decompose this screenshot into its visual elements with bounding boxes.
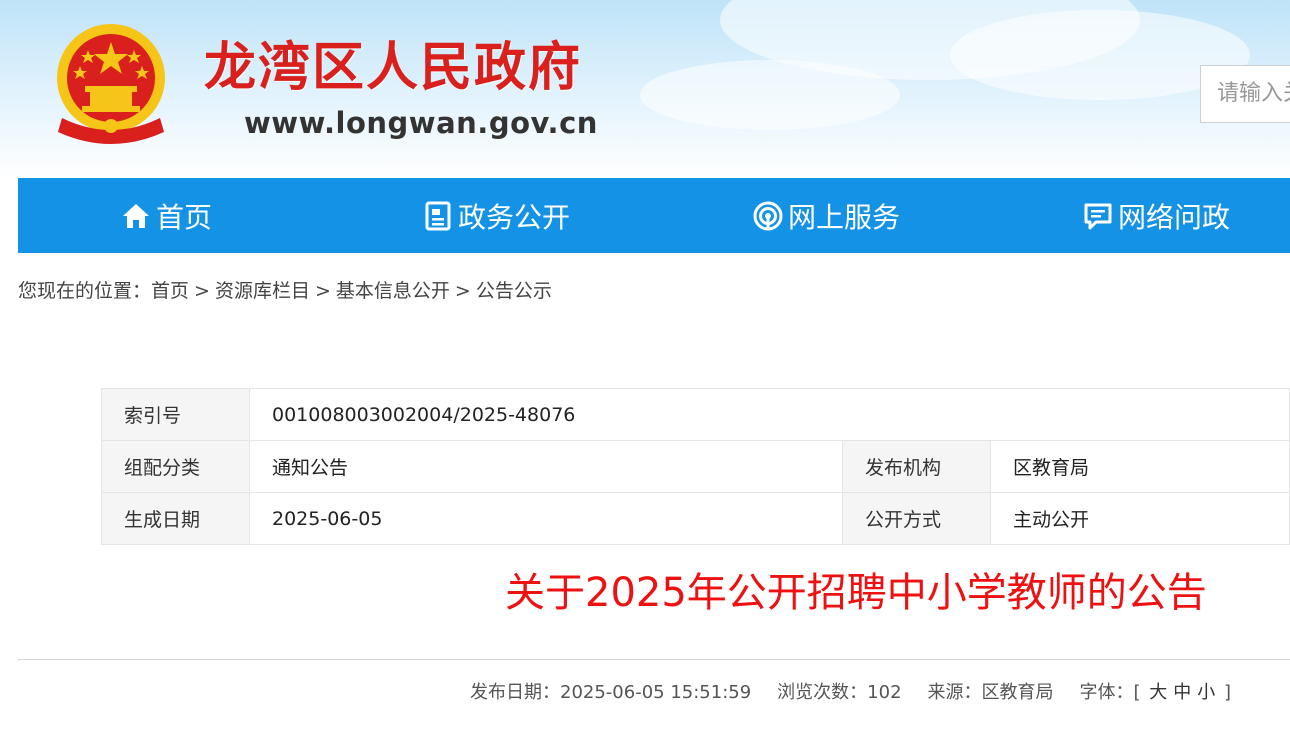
article-title: 关于2025年公开招聘中小学教师的公告 — [505, 570, 1207, 616]
broadcast-icon — [752, 200, 784, 232]
publisher-value: 区教育局 — [990, 440, 1290, 493]
breadcrumb-prefix: 您现在的位置： — [18, 280, 152, 302]
font-size-bracket-close: ] — [1224, 682, 1232, 703]
title-divider — [18, 659, 1290, 660]
table-row: 组配分类 通知公告 发布机构 区教育局 — [101, 440, 1290, 493]
breadcrumb-separator: > — [454, 280, 471, 302]
breadcrumb: 您现在的位置：首页 > 资源库栏目 > 基本信息公开 > 公告公示 — [18, 278, 552, 304]
font-size-medium-button[interactable]: 中 — [1173, 682, 1191, 703]
home-icon — [120, 200, 152, 232]
nav-item-online-service[interactable]: 网上服务 — [752, 178, 900, 253]
source-value: 区教育局 — [981, 682, 1054, 703]
font-size-small-button[interactable]: 小 — [1197, 682, 1215, 703]
nav-item-government-affairs[interactable]: 政务公开 — [422, 178, 570, 253]
category-label: 组配分类 — [101, 440, 250, 493]
breadcrumb-separator: > — [314, 280, 331, 302]
views-count: 102 — [867, 682, 902, 703]
views-label: 浏览次数： — [777, 682, 868, 703]
source-label: 来源： — [927, 682, 982, 703]
nav-item-label: 政务公开 — [458, 200, 571, 234]
category-value: 通知公告 — [249, 440, 843, 493]
nav-item-label: 网上服务 — [788, 200, 901, 234]
site-title: 龙湾区人民政府 — [204, 38, 583, 98]
publisher-label: 发布机构 — [842, 440, 991, 493]
date-label: 生成日期 — [101, 492, 250, 545]
site-header: 龙湾区人民政府 www.longwan.gov.cn 请输入关键词 — [0, 0, 1290, 178]
main-nav: 首页 政务公开 网上服务 网络问政 — [18, 178, 1290, 253]
font-size-bracket-open: [ — [1133, 682, 1141, 703]
article-info: 发布日期：2025-06-05 15:51:59 浏览次数：102 来源：区教育局 字… — [470, 680, 1231, 706]
search-input[interactable]: 请输入关键词 — [1200, 65, 1290, 123]
national-emblem-icon[interactable] — [52, 22, 170, 150]
table-row: 索引号 001008003002004/2025-48076 — [101, 388, 1290, 441]
document-icon — [422, 200, 454, 232]
breadcrumb-home-link[interactable]: 首页 — [151, 280, 189, 302]
site-url: www.longwan.gov.cn — [244, 106, 598, 140]
method-label: 公开方式 — [842, 492, 991, 545]
publish-date-label: 发布日期： — [470, 682, 560, 703]
breadcrumb-basic-info-link[interactable]: 基本信息公开 — [336, 280, 450, 302]
publish-date-value: 2025-06-05 15:51:59 — [560, 682, 752, 703]
nav-item-home[interactable]: 首页 — [120, 178, 212, 253]
header-cloud — [640, 60, 900, 130]
method-value: 主动公开 — [990, 492, 1290, 545]
index-value: 001008003002004/2025-48076 — [249, 388, 1290, 441]
nav-item-label: 网络问政 — [1118, 200, 1231, 234]
font-size-label: 字体： — [1079, 682, 1134, 703]
table-row: 生成日期 2025-06-05 公开方式 主动公开 — [101, 492, 1290, 545]
nav-item-label: 首页 — [156, 200, 213, 234]
chat-icon — [1082, 200, 1114, 232]
info-meta-table: 索引号 001008003002004/2025-48076 组配分类 通知公告… — [101, 388, 1290, 545]
breadcrumb-separator: > — [194, 280, 210, 302]
date-value: 2025-06-05 — [249, 492, 843, 545]
breadcrumb-notice-link[interactable]: 公告公示 — [476, 280, 552, 302]
breadcrumb-resource-link[interactable]: 资源库栏目 — [215, 280, 310, 302]
font-size-large-button[interactable]: 大 — [1149, 682, 1167, 703]
index-label: 索引号 — [101, 388, 250, 441]
nav-item-online-inquiry[interactable]: 网络问政 — [1082, 178, 1230, 253]
